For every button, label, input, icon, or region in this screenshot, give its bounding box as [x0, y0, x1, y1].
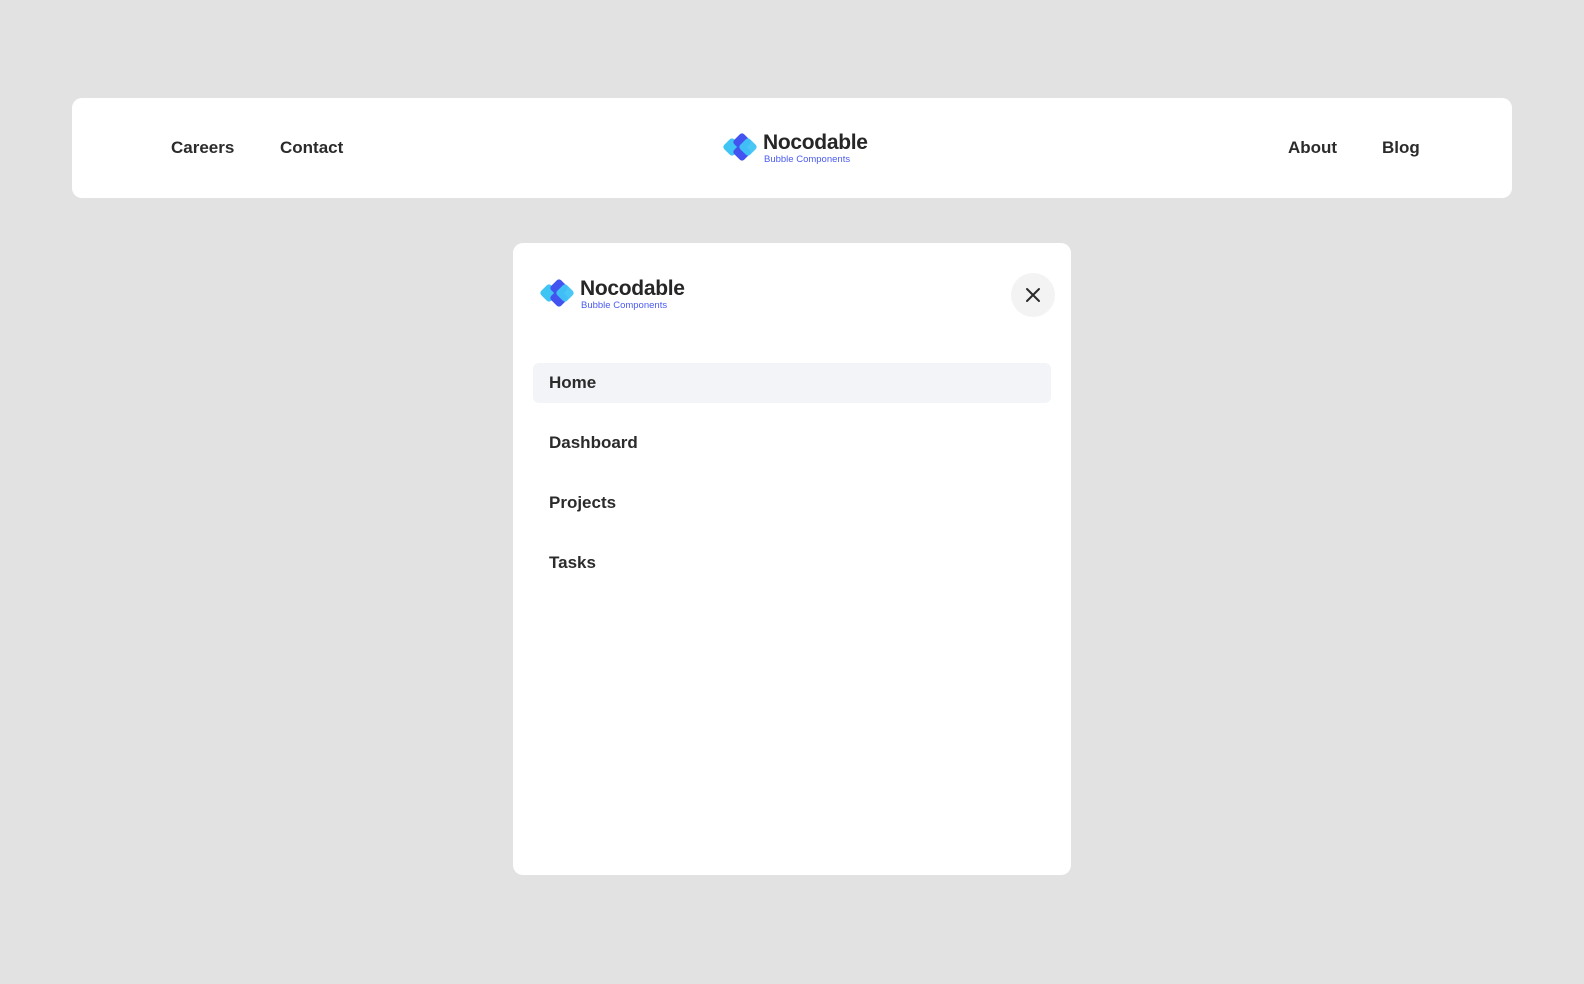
close-menu-button[interactable] [1011, 273, 1055, 317]
brand-logo[interactable]: Nocodable Bubble Components [722, 132, 868, 165]
menu-brand-name: Nocodable [580, 277, 685, 300]
menu-brand-logo[interactable]: Nocodable Bubble Components [539, 278, 685, 311]
nav-link-blog[interactable]: Blog [1382, 138, 1420, 158]
close-icon [1026, 288, 1040, 302]
menu-item-dashboard[interactable]: Dashboard [533, 423, 1051, 463]
menu-item-home[interactable]: Home [533, 363, 1051, 403]
mobile-menu-list: Home Dashboard Projects Tasks [533, 363, 1051, 603]
nocodable-logo-icon [540, 279, 574, 307]
brand-name: Nocodable [763, 131, 868, 154]
mobile-menu-panel: Nocodable Bubble Components Home Dashboa… [513, 243, 1071, 875]
nocodable-logo-icon [723, 133, 757, 161]
nav-link-contact[interactable]: Contact [280, 138, 343, 158]
top-navbar: Careers Contact Nocodable Bubble Compone… [72, 98, 1512, 198]
brand-text: Nocodable Bubble Components [763, 132, 868, 165]
menu-brand-text: Nocodable Bubble Components [580, 278, 685, 311]
nav-link-about[interactable]: About [1288, 138, 1337, 158]
brand-tagline: Bubble Components [764, 154, 851, 165]
menu-item-projects[interactable]: Projects [533, 483, 1051, 523]
nav-link-careers[interactable]: Careers [171, 138, 234, 158]
menu-brand-tagline: Bubble Components [581, 300, 668, 311]
menu-item-tasks[interactable]: Tasks [533, 543, 1051, 583]
